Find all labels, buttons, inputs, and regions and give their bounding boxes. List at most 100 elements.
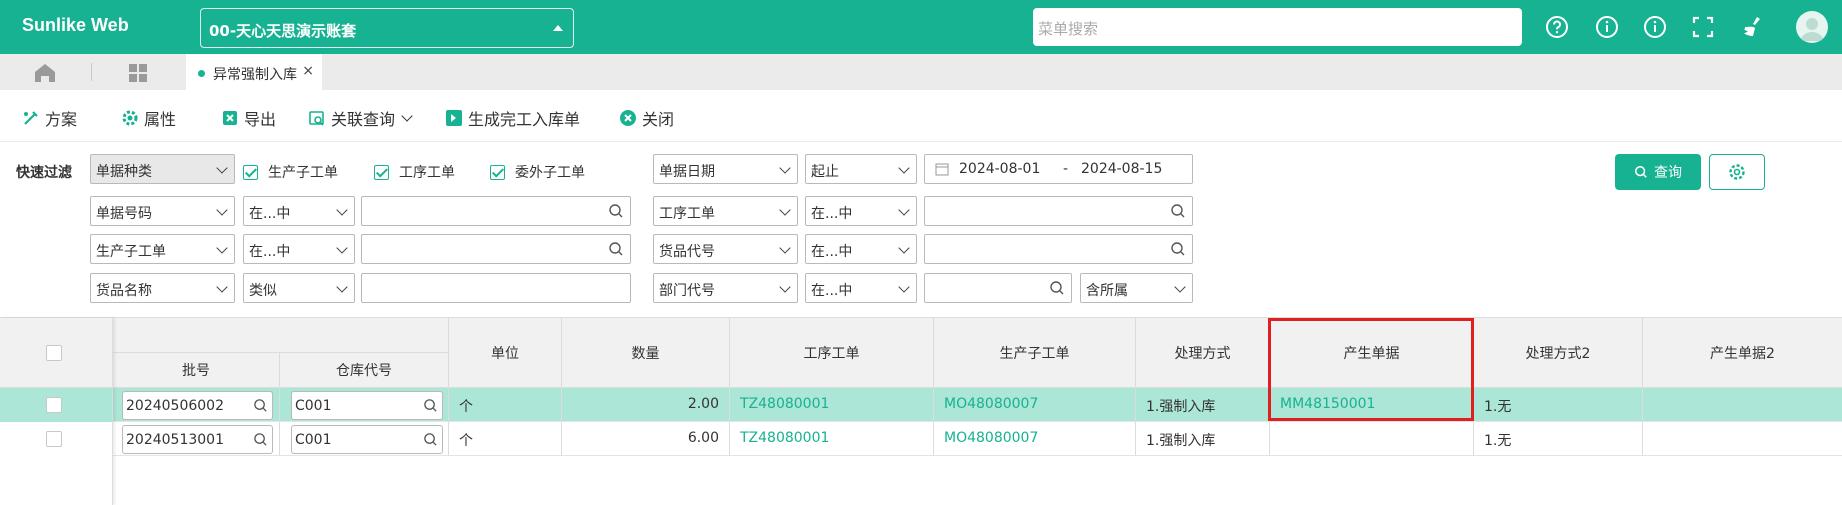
row2-op-b[interactable]: 在...中: [805, 196, 917, 226]
filter-panel: 快速过滤 单据种类 生产子工单 工序工单 委外子工单 单据日期 起止 2024-…: [0, 142, 1842, 317]
cell-method: 1.强制入库: [1136, 388, 1270, 422]
query-button[interactable]: 查询: [1615, 154, 1701, 190]
tab-close-button[interactable]: ×: [302, 63, 314, 79]
col-method[interactable]: 处理方式: [1136, 318, 1270, 388]
checkbox-icon: [243, 164, 258, 180]
search-icon: [609, 204, 623, 218]
help-circle-icon[interactable]: [1544, 14, 1570, 40]
row3-op-b[interactable]: 在...中: [805, 234, 917, 264]
col-batch[interactable]: 批号: [113, 353, 280, 388]
row3-field-b[interactable]: 货品代号: [653, 234, 798, 264]
warehouse-input[interactable]: C001: [291, 391, 443, 420]
checkbox-outsource-order[interactable]: 委外子工单: [490, 162, 585, 182]
select-value: 工序工单: [659, 206, 715, 222]
date-field-select[interactable]: 单据日期: [653, 154, 798, 184]
menu-search-input[interactable]: 菜单搜索: [1033, 8, 1522, 46]
select-value: 货品名称: [96, 283, 152, 299]
col-generated2[interactable]: 产生单据2: [1643, 318, 1842, 388]
col-sub-order[interactable]: 生产子工单: [934, 318, 1136, 388]
col-warehouse[interactable]: 仓库代号: [280, 353, 449, 388]
tab-abnormal-forced-receipt[interactable]: 异常强制入库 ×: [186, 54, 322, 90]
home-icon[interactable]: [30, 62, 60, 84]
chevron-down-icon: [898, 242, 910, 254]
doc-type-select[interactable]: 单据种类: [90, 154, 235, 184]
account-select[interactable]: 00-天心天思演示账套: [200, 8, 574, 48]
row4-value-a[interactable]: [361, 273, 631, 303]
row2-field-b[interactable]: 工序工单: [653, 196, 798, 226]
brand-logo: Sunlike Web: [22, 15, 129, 35]
date-op-select[interactable]: 起止: [805, 154, 917, 184]
date-range-picker[interactable]: 2024-08-01 - 2024-08-15: [924, 154, 1193, 184]
properties-button[interactable]: 属性: [121, 106, 176, 130]
select-value: 在...中: [811, 244, 853, 260]
export-button[interactable]: 导出: [221, 106, 276, 130]
row3-value-a[interactable]: [361, 234, 631, 264]
col-qty[interactable]: 数量: [562, 318, 730, 388]
select-value: 在...中: [249, 244, 291, 260]
cell-sub-order-link[interactable]: MO48080007: [934, 422, 1136, 456]
row3-value-b[interactable]: [924, 234, 1193, 264]
warehouse-input[interactable]: C001: [291, 425, 443, 454]
row4-op-b[interactable]: 在...中: [805, 273, 917, 303]
checkbox-sub-order[interactable]: 生产子工单: [243, 162, 338, 182]
batch-input[interactable]: 20240513001: [122, 425, 273, 454]
avatar[interactable]: [1796, 11, 1828, 43]
generate-receipt-button[interactable]: 生成完工入库单: [445, 106, 580, 130]
include-sub-select[interactable]: 含所属: [1080, 273, 1193, 303]
scheme-button[interactable]: 方案: [22, 106, 77, 130]
apps-grid-icon[interactable]: [127, 62, 149, 84]
doc-type-select-value: 单据种类: [96, 164, 152, 180]
cell-unit: 个: [449, 422, 562, 456]
clean-icon[interactable]: [1739, 14, 1765, 40]
chevron-down-icon: [779, 204, 791, 216]
chevron-down-icon: [1174, 281, 1186, 293]
filter-settings-button[interactable]: [1709, 154, 1765, 190]
related-query-button[interactable]: 关联查询: [308, 106, 413, 130]
col-method2[interactable]: 处理方式2: [1474, 318, 1643, 388]
info-outline-icon[interactable]: [1642, 14, 1668, 40]
row4-value-b[interactable]: [924, 273, 1072, 303]
row2-field-a[interactable]: 单据号码: [90, 196, 235, 226]
table-row[interactable]: 20240506002 C001 个 2.00 TZ48080001 MO480…: [0, 388, 1842, 422]
cell-sub-order-link[interactable]: MO48080007: [934, 388, 1136, 422]
row2-value-a[interactable]: [361, 196, 631, 226]
col-process-order[interactable]: 工序工单: [730, 318, 934, 388]
scheme-label: 方案: [45, 110, 78, 129]
data-grid: 批号 仓库代号 单位 数量 工序工单 生产子工单 处理方式 产生单据 处理方式2…: [0, 317, 1842, 505]
generate-label: 生成完工入库单: [468, 110, 581, 129]
row3-op-a[interactable]: 在...中: [243, 234, 355, 264]
row4-field-b[interactable]: 部门代号: [653, 273, 798, 303]
search-icon: [254, 399, 267, 412]
row2-value-b[interactable]: [924, 196, 1193, 226]
fullscreen-icon[interactable]: [1690, 14, 1716, 40]
export-label: 导出: [244, 110, 277, 129]
row2-op-a[interactable]: 在...中: [243, 196, 355, 226]
cell-qty: 2.00: [562, 388, 730, 422]
col-unit[interactable]: 单位: [449, 318, 562, 388]
query-label: 查询: [1654, 165, 1682, 181]
cell-generated: [1270, 422, 1474, 456]
chevron-down-icon: [779, 242, 791, 254]
info-icon[interactable]: [1594, 14, 1620, 40]
date-to: 2024-08-15: [1081, 161, 1163, 177]
row4-field-a[interactable]: 货品名称: [90, 273, 235, 303]
cell-generated2: [1643, 422, 1842, 456]
cell-process-order-link[interactable]: TZ48080001: [730, 422, 934, 456]
close-button[interactable]: 关闭: [619, 106, 674, 130]
chevron-down-icon: [336, 204, 348, 216]
batch-input[interactable]: 20240506002: [122, 391, 273, 420]
cell-process-order-link[interactable]: TZ48080001: [730, 388, 934, 422]
excel-icon: [223, 111, 237, 125]
gear-icon: [122, 110, 138, 126]
cell-method: 1.强制入库: [1136, 422, 1270, 456]
checkbox-process-order[interactable]: 工序工单: [374, 162, 455, 182]
chevron-down-icon: [898, 162, 910, 174]
chevron-down-icon: [898, 281, 910, 293]
toolbar: 方案 属性 导出 关联查询 生成完工入库单 关闭: [0, 90, 1842, 142]
row4-op-a[interactable]: 类似: [243, 273, 355, 303]
table-row[interactable]: 20240513001 C001 个 6.00 TZ48080001 MO480…: [0, 422, 1842, 456]
query-calendar-icon: [309, 111, 324, 126]
checkbox-icon: [374, 164, 389, 180]
row3-field-a[interactable]: 生产子工单: [90, 234, 235, 264]
chevron-down-icon: [216, 204, 228, 216]
